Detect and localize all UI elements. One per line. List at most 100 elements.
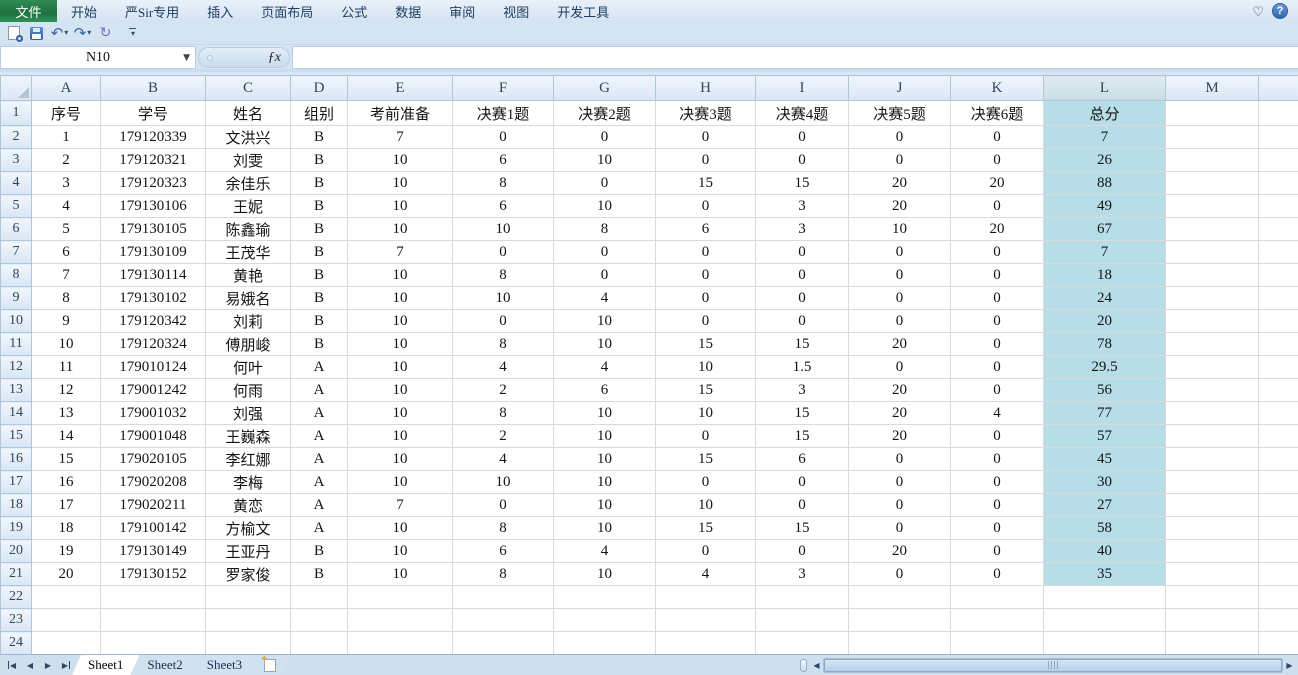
cell[interactable]: 黄艳 — [206, 264, 291, 287]
cell[interactable] — [348, 609, 453, 632]
cell[interactable]: A — [291, 425, 348, 448]
cell[interactable]: 0 — [951, 540, 1044, 563]
row-header-10[interactable]: 10 — [1, 310, 32, 333]
column-header-M[interactable]: M — [1166, 76, 1259, 101]
cell[interactable]: 0 — [951, 517, 1044, 540]
scrollbar-track[interactable] — [823, 658, 1283, 673]
cell[interactable] — [291, 609, 348, 632]
cell[interactable]: 王妮 — [206, 195, 291, 218]
cell[interactable]: 0 — [756, 540, 849, 563]
cell[interactable] — [1259, 540, 1298, 563]
cell[interactable]: 3 — [756, 195, 849, 218]
column-header-H[interactable]: H — [656, 76, 756, 101]
cell[interactable] — [291, 632, 348, 655]
cell[interactable]: 0 — [453, 241, 554, 264]
cell[interactable]: 56 — [1044, 379, 1166, 402]
cell[interactable] — [554, 609, 656, 632]
cell[interactable]: 179020208 — [101, 471, 206, 494]
cell[interactable] — [849, 632, 951, 655]
cell[interactable] — [32, 609, 101, 632]
cell[interactable]: 4 — [951, 402, 1044, 425]
column-header-A[interactable]: A — [32, 76, 101, 101]
cell[interactable] — [1259, 494, 1298, 517]
cell[interactable] — [1166, 425, 1259, 448]
cell[interactable]: 0 — [951, 425, 1044, 448]
cell[interactable]: 179120324 — [101, 333, 206, 356]
cell[interactable] — [1259, 586, 1298, 609]
cell[interactable]: 0 — [656, 540, 756, 563]
cell[interactable] — [1259, 609, 1298, 632]
column-header-I[interactable]: I — [756, 76, 849, 101]
cell[interactable] — [756, 609, 849, 632]
column-header-J[interactable]: J — [849, 76, 951, 101]
cell[interactable]: 15 — [756, 402, 849, 425]
cell[interactable]: 0 — [656, 287, 756, 310]
column-header-B[interactable]: B — [101, 76, 206, 101]
print-preview-icon[interactable] — [4, 24, 23, 43]
sheet-tab-sheet1[interactable]: Sheet1 — [72, 655, 139, 675]
cell[interactable]: B — [291, 241, 348, 264]
column-header-F[interactable]: F — [453, 76, 554, 101]
cell[interactable] — [291, 586, 348, 609]
cell[interactable]: 余佳乐 — [206, 172, 291, 195]
cell[interactable]: 10 — [453, 471, 554, 494]
scroll-right-icon[interactable]: ▶ — [1283, 658, 1296, 673]
cell[interactable]: 40 — [1044, 540, 1166, 563]
cell[interactable]: 6 — [554, 379, 656, 402]
cell[interactable]: A — [291, 517, 348, 540]
cell[interactable]: 20 — [849, 172, 951, 195]
cell[interactable]: 10 — [348, 471, 453, 494]
cell[interactable]: 10 — [554, 517, 656, 540]
cell[interactable] — [1166, 448, 1259, 471]
prev-sheet-icon[interactable]: ◀ — [22, 658, 38, 673]
cell[interactable]: 10 — [656, 494, 756, 517]
cell[interactable]: 2 — [453, 379, 554, 402]
cell[interactable] — [1259, 241, 1298, 264]
cell[interactable]: 16 — [32, 471, 101, 494]
cell[interactable]: 0 — [453, 494, 554, 517]
cell[interactable] — [1166, 494, 1259, 517]
customize-qat-icon[interactable]: ▾ — [123, 24, 142, 43]
cell[interactable]: 0 — [453, 126, 554, 149]
cell[interactable]: 刘强 — [206, 402, 291, 425]
cell[interactable]: 15 — [756, 333, 849, 356]
cell[interactable]: 9 — [32, 310, 101, 333]
cell[interactable]: 10 — [656, 402, 756, 425]
cell[interactable]: 8 — [453, 517, 554, 540]
cell[interactable]: 20 — [849, 425, 951, 448]
cell[interactable]: 10 — [554, 563, 656, 586]
cell[interactable]: 18 — [32, 517, 101, 540]
cell[interactable]: 10 — [348, 218, 453, 241]
cell[interactable] — [1044, 632, 1166, 655]
cell[interactable] — [1166, 126, 1259, 149]
ribbon-tab-4[interactable]: 页面布局 — [247, 0, 327, 22]
cell[interactable]: 罗家俊 — [206, 563, 291, 586]
ink-tools-icon[interactable]: ↻ — [96, 24, 115, 43]
cell[interactable]: 8 — [453, 264, 554, 287]
cell[interactable]: 78 — [1044, 333, 1166, 356]
cell[interactable]: 总分 — [1044, 101, 1166, 126]
cell[interactable]: 179120323 — [101, 172, 206, 195]
cell[interactable]: 0 — [951, 264, 1044, 287]
cell[interactable] — [1166, 149, 1259, 172]
cell[interactable]: A — [291, 448, 348, 471]
cell[interactable]: 0 — [849, 287, 951, 310]
cell[interactable]: 20 — [849, 540, 951, 563]
horizontal-scrollbar[interactable]: ◀ ▶ — [810, 655, 1298, 675]
undo-icon[interactable]: ↶▾ — [50, 24, 69, 43]
row-header-18[interactable]: 18 — [1, 494, 32, 517]
cell[interactable]: 8 — [453, 333, 554, 356]
cell[interactable]: 0 — [656, 149, 756, 172]
cell[interactable]: 王亚丹 — [206, 540, 291, 563]
row-header-1[interactable]: 1 — [1, 101, 32, 126]
cell[interactable]: 10 — [32, 333, 101, 356]
cell[interactable]: 0 — [656, 264, 756, 287]
formula-input[interactable] — [292, 46, 1298, 69]
row-header-6[interactable]: 6 — [1, 218, 32, 241]
cell[interactable]: 4 — [656, 563, 756, 586]
cell[interactable]: A — [291, 379, 348, 402]
cell[interactable]: 179130106 — [101, 195, 206, 218]
row-header-9[interactable]: 9 — [1, 287, 32, 310]
cell[interactable]: 0 — [554, 241, 656, 264]
cell[interactable]: 20 — [849, 195, 951, 218]
